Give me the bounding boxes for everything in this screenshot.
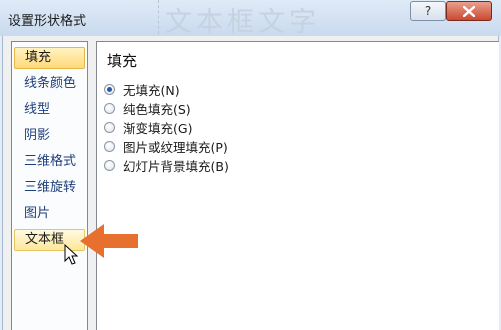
radio-button[interactable]	[104, 83, 115, 95]
radio-button[interactable]	[104, 102, 115, 114]
help-button[interactable]: ?	[410, 1, 446, 21]
arrow-left-icon	[80, 224, 138, 258]
option-solid-fill[interactable]: 纯色填充(S)	[104, 99, 191, 117]
sidebar-item-label: 填充	[25, 50, 52, 65]
fill-panel: 填充 无填充(N) 纯色填充(S) 渐变填充(G) 图片或纹理填充(P) 幻灯片…	[96, 41, 499, 330]
title-bar: 设置形状格式 文本框文字 ?	[0, 0, 501, 36]
option-gradient-fill[interactable]: 渐变填充(G)	[104, 118, 192, 136]
option-picture-texture-fill[interactable]: 图片或纹理填充(P)	[104, 137, 228, 155]
sidebar-item-fill[interactable]: 填充	[14, 47, 85, 69]
radio-button[interactable]	[104, 140, 115, 152]
sidebar-item-line-style[interactable]: 线型	[14, 99, 85, 121]
sidebar-item-label: 线型	[24, 102, 51, 117]
option-label: 幻灯片背景填充(B)	[123, 158, 229, 174]
sidebar-item-line-color[interactable]: 线条颜色	[14, 73, 85, 95]
sidebar-item-label: 三维旋转	[24, 180, 77, 195]
sidebar-item-label: 三维格式	[24, 154, 77, 169]
close-icon	[463, 6, 475, 17]
option-label: 无填充(N)	[123, 82, 180, 98]
sidebar-item-label: 图片	[24, 206, 51, 221]
category-list: 填充 线条颜色 线型 阴影 三维格式 三维旋转 图片 文本框	[11, 41, 88, 330]
sidebar-item-shadow[interactable]: 阴影	[14, 125, 85, 147]
sidebar-item-3d-format[interactable]: 三维格式	[14, 151, 85, 173]
mouse-cursor-icon	[64, 244, 78, 265]
background-textbox-text: 文本框文字	[158, 0, 320, 34]
close-button[interactable]	[446, 1, 492, 21]
option-label: 渐变填充(G)	[123, 120, 193, 136]
sidebar-item-label: 文本框	[25, 232, 65, 247]
panel-title: 填充	[107, 52, 138, 70]
option-label: 纯色填充(S)	[123, 101, 191, 117]
sidebar-item-label: 线条颜色	[24, 76, 77, 91]
option-label: 图片或纹理填充(P)	[123, 139, 228, 155]
option-slide-background-fill[interactable]: 幻灯片背景填充(B)	[104, 156, 229, 174]
sidebar-item-label: 阴影	[24, 128, 51, 143]
option-no-fill[interactable]: 无填充(N)	[104, 80, 180, 98]
radio-button[interactable]	[104, 121, 115, 133]
radio-button[interactable]	[104, 159, 115, 171]
sidebar-item-3d-rotation[interactable]: 三维旋转	[14, 177, 85, 199]
sidebar-item-picture[interactable]: 图片	[14, 203, 85, 225]
dialog-title: 设置形状格式	[8, 14, 87, 29]
help-icon: ?	[424, 4, 432, 18]
